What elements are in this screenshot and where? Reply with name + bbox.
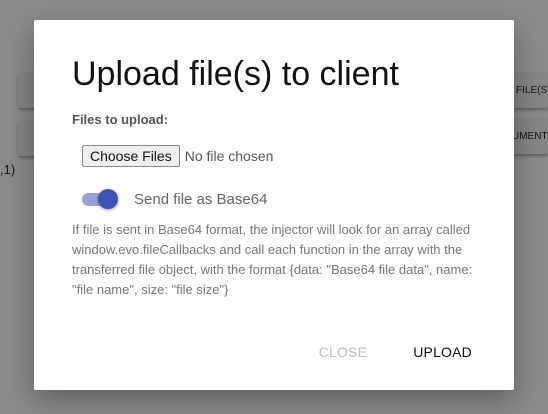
dialog-title: Upload file(s) to client <box>72 55 399 93</box>
base64-toggle-label: Send file as Base64 <box>134 190 268 208</box>
file-status-text: No file chosen <box>184 148 274 164</box>
upload-dialog: Upload file(s) to client Files to upload… <box>34 20 514 390</box>
upload-button[interactable]: UPLOAD <box>405 338 480 366</box>
toggle-thumb <box>98 189 118 209</box>
base64-toggle[interactable] <box>82 188 118 210</box>
base64-toggle-row: Send file as Base64 <box>82 188 267 210</box>
files-to-upload-label: Files to upload: <box>72 112 169 127</box>
choose-files-button[interactable]: Choose Files <box>82 145 180 167</box>
base64-help-text: If file is sent in Base64 format, the in… <box>72 222 473 297</box>
dialog-actions: CLOSE UPLOAD <box>311 338 480 366</box>
close-button[interactable]: CLOSE <box>311 338 375 366</box>
file-input: Choose Files No file chosen <box>82 145 273 167</box>
